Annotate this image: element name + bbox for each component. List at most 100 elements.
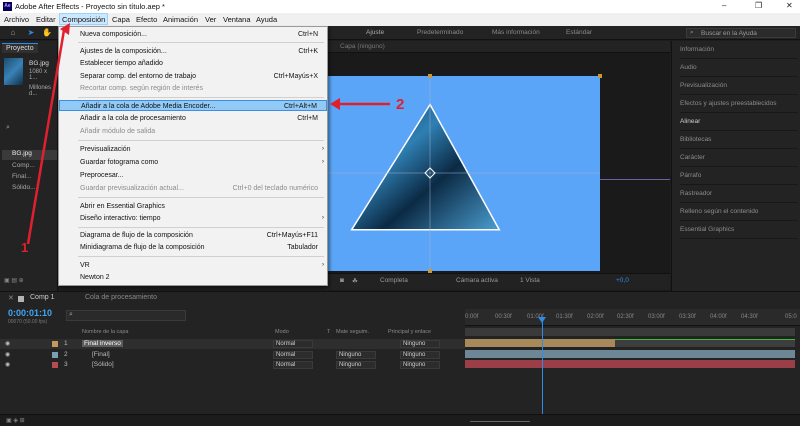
menu-item-diagrama-flujo[interactable]: Diagrama de flujo de la composición Ctrl+… (59, 230, 327, 241)
triangle-artwork[interactable] (326, 76, 600, 271)
layer-bar-solido[interactable] (465, 360, 795, 368)
layer-bar-final[interactable] (465, 350, 795, 358)
help-search-input[interactable]: ⌕ Buscar en la Ayuda (686, 28, 796, 38)
menu-item-ajustes-composicion[interactable]: Ajustes de la composición... Ctrl+K (59, 46, 327, 57)
mode-select[interactable]: Normal (273, 361, 313, 369)
menu-item-nueva-composicion[interactable]: Nueva composición... Ctrl+N (59, 29, 327, 40)
menu-ventana[interactable]: Ventana (223, 15, 251, 24)
menu-item-separar-comp[interactable]: Separar comp. del entorno de trabajo Ctrl… (59, 71, 327, 82)
menu-item-diseno-interactivo[interactable]: Diseño interactivo: tiempo › (59, 213, 327, 224)
list-item[interactable]: Final... (2, 173, 57, 183)
menu-ayuda[interactable]: Ayuda (256, 15, 277, 24)
panel-previsualizacion[interactable]: Previsualización (680, 77, 798, 95)
menu-efecto[interactable]: Efecto (136, 15, 157, 24)
menu-item-cola-procesamiento[interactable]: Añadir a la cola de procesamiento Ctrl+M (59, 113, 327, 124)
panel-bibliotecas[interactable]: Bibliotecas (680, 131, 798, 149)
search-icon[interactable]: ⌕ (6, 124, 10, 132)
work-area-bar[interactable] (465, 328, 795, 336)
project-footer-icons[interactable]: ▣ ▤ ⊕ (4, 277, 24, 284)
color-icon[interactable]: ☘ (352, 277, 358, 285)
layer-bar-final-inverso[interactable] (465, 339, 615, 347)
quality-select[interactable]: Completa (380, 277, 408, 284)
title-bar: Ae Adobe After Effects - Proyecto sin tí… (0, 0, 800, 13)
tab-cola-procesamiento[interactable]: Cola de procesamiento (85, 294, 157, 301)
minimize-icon[interactable]: – (722, 1, 726, 10)
panel-alinear[interactable]: Alinear (680, 113, 798, 131)
camera-icon[interactable]: ◙ (340, 277, 344, 284)
panel-relleno[interactable]: Relleno según el contenido (680, 203, 798, 221)
views-select[interactable]: 1 Vista (520, 277, 540, 284)
composition-viewer[interactable]: Capa (ninguno) ◙ ☘ Completa Cámara activ… (324, 41, 670, 291)
panel-caracter[interactable]: Carácter (680, 149, 798, 167)
tab-capa[interactable]: Capa (ninguno) (340, 43, 385, 50)
zoom-slider[interactable] (470, 416, 530, 422)
fit-label[interactable]: Ajuste (366, 29, 384, 36)
menu-item-minidiagrama[interactable]: Minidiagrama de flujo de la composición T… (59, 242, 327, 253)
eye-icon[interactable]: ◉ (5, 351, 10, 358)
eye-icon[interactable]: ◉ (5, 361, 10, 368)
current-time-indicator[interactable] (542, 317, 543, 426)
menu-item-guardar-fotograma[interactable]: Guardar fotograma como › (59, 157, 327, 168)
matte-select[interactable]: Ninguno (336, 361, 376, 369)
list-item[interactable]: Comp... (2, 162, 57, 172)
table-row[interactable]: ◉ 2 [Final] Normal Ninguno Ninguno (0, 350, 465, 360)
home-icon[interactable]: ⌂ (8, 28, 18, 38)
panel-informacion[interactable]: Información (680, 41, 798, 59)
table-row[interactable]: ◉ 3 [Sólido] Normal Ninguno Ninguno (0, 360, 465, 370)
menu-item-vr[interactable]: VR › (59, 260, 327, 271)
menu-composicion[interactable]: Composición (59, 13, 109, 25)
menu-capa[interactable]: Capa (112, 15, 130, 24)
menu-item-preprocesar[interactable]: Preprocesar... (59, 170, 327, 181)
menu-item-tiempo-anadido[interactable]: Establecer tiempo añadido (59, 58, 327, 69)
maximize-icon[interactable]: ❐ (755, 1, 762, 10)
exposure-value[interactable]: +0,0 (616, 277, 629, 284)
chevron-right-icon: › (322, 159, 324, 165)
list-item[interactable]: Sólido... (2, 184, 57, 194)
composition-canvas[interactable] (324, 74, 602, 273)
workspace-mas-informacion[interactable]: Más información (492, 29, 540, 36)
eye-icon[interactable]: ◉ (5, 340, 10, 347)
parent-select[interactable]: Ninguno (400, 361, 440, 369)
mode-select[interactable]: Normal (273, 351, 313, 359)
camera-select[interactable]: Cámara activa (456, 277, 498, 284)
header-t: T (327, 329, 331, 335)
table-row[interactable]: ◉ 1 Final inverso Normal Ninguno (0, 339, 465, 349)
panel-efectos[interactable]: Efectos y ajustes preestablecidos (680, 95, 798, 113)
menu-item-previsualizacion[interactable]: Previsualización › (59, 144, 327, 155)
parent-select[interactable]: Ninguno (400, 340, 440, 348)
project-panel: Proyecto BG.jpg 1080 x 1... Millones d..… (0, 41, 58, 291)
footer-icons[interactable]: ▣ ◈ ⊞ (6, 417, 25, 424)
current-timecode[interactable]: 0:00:01:10 (8, 308, 52, 318)
selection-tool-icon[interactable]: ➤ (26, 28, 36, 38)
workspace-predeterminado[interactable]: Predeterminado (417, 29, 463, 36)
chevron-right-icon: › (322, 215, 324, 221)
right-panels: Información Audio Previsualización Efect… (671, 41, 800, 291)
menu-item-media-encoder[interactable]: Añadir a la cola de Adobe Media Encoder.… (59, 100, 327, 111)
hand-tool-icon[interactable]: ✋ (42, 28, 52, 38)
panel-audio[interactable]: Audio (680, 59, 798, 77)
time-ruler[interactable]: 0:00f 00:30f 01:00f 01:30f 02:00f 02:30f… (465, 309, 800, 326)
mode-select[interactable]: Normal (273, 340, 313, 348)
panel-rastreador[interactable]: Rastreador (680, 185, 798, 203)
matte-select[interactable]: Ninguno (336, 351, 376, 359)
menu-item-essential-graphics[interactable]: Abrir en Essential Graphics (59, 201, 327, 212)
menu-animacion[interactable]: Animación (163, 15, 198, 24)
tab-comp-1[interactable]: Comp 1 (30, 294, 55, 301)
panel-essential-graphics[interactable]: Essential Graphics (680, 221, 798, 239)
list-item[interactable]: BG.jpg (2, 150, 57, 160)
menu-item-newton[interactable]: Newton 2 (59, 272, 327, 283)
menu-editar[interactable]: Editar (36, 15, 56, 24)
menu-archivo[interactable]: Archivo (4, 15, 29, 24)
layer-search-input[interactable]: ⌕ (66, 310, 186, 321)
tab-proyecto[interactable]: Proyecto (2, 43, 38, 53)
panel-parrafo[interactable]: Párrafo (680, 167, 798, 185)
menu-ver[interactable]: Ver (205, 15, 216, 24)
header-layer-name: Nombre de la capa (82, 329, 129, 335)
header-mode: Modo (275, 329, 289, 335)
layer-bar-final-inverso-tail[interactable] (615, 339, 795, 347)
close-icon[interactable]: ✕ (786, 1, 793, 10)
workspace-estandar[interactable]: Estándar (566, 29, 592, 36)
parent-select[interactable]: Ninguno (400, 351, 440, 359)
chevron-right-icon: › (322, 262, 324, 268)
close-icon[interactable]: ✕ (8, 294, 14, 302)
